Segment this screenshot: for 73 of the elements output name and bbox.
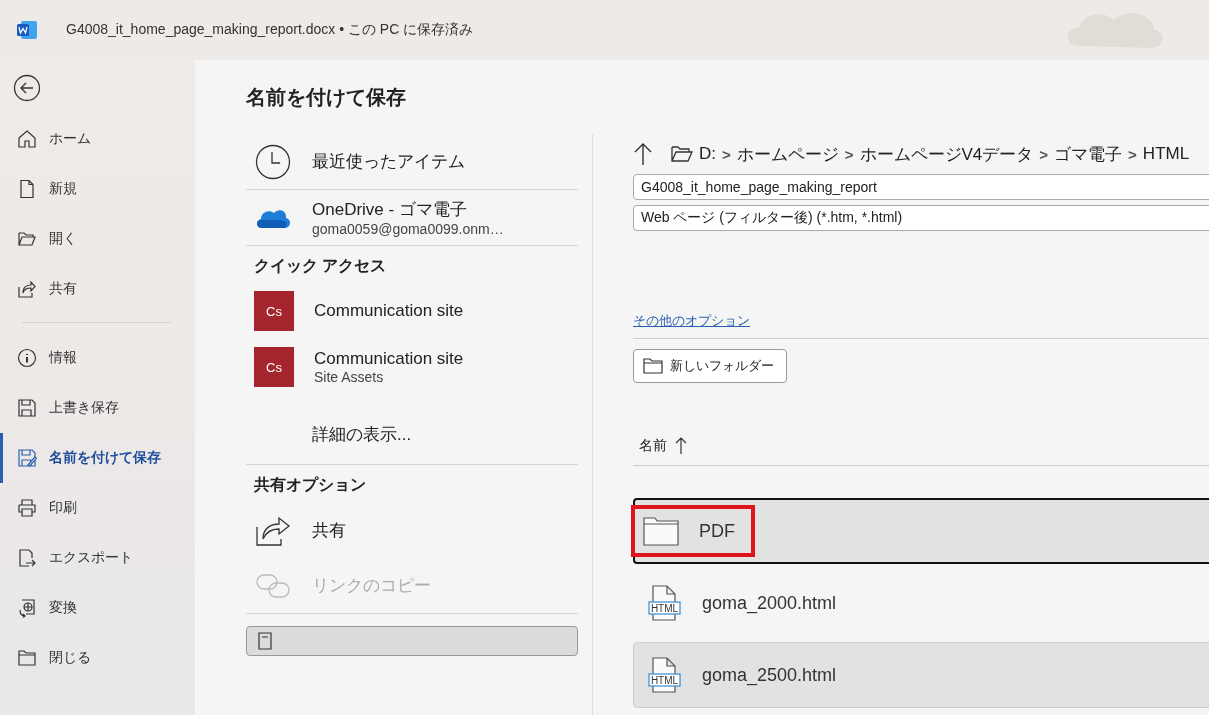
file-row[interactable]: PDF [633, 498, 1209, 564]
window-title: G4008_it_home_page_making_report.docx • この PC に保存済み [66, 21, 474, 39]
file-type-dropdown[interactable]: Web ページ (フィルター後) (*.htm, *.html) [633, 205, 1209, 231]
section-heading: 共有オプション [253, 475, 367, 495]
location-item[interactable]: OneDrive - ゴマ電子 goma0059@goma0099.onm… [246, 190, 578, 246]
breadcrumb-separator: > [844, 145, 854, 163]
location-name: 共有 [312, 519, 346, 542]
location-name: OneDrive - ゴマ電子 [312, 199, 468, 221]
home-icon [17, 129, 37, 149]
sidebar-item[interactable]: 名前を付けて保存 [0, 433, 195, 483]
folder-icon [643, 358, 663, 374]
back-button[interactable] [13, 74, 41, 102]
breadcrumb-separator: > [722, 145, 731, 163]
breadcrumb-separator: > [1128, 145, 1137, 163]
site-badge: Cs [254, 347, 294, 387]
globe-document-icon [17, 598, 37, 618]
column-header[interactable]: 名前 [639, 437, 667, 455]
export-icon [17, 548, 37, 568]
folder-icon [17, 229, 37, 249]
breadcrumb-item[interactable]: ホームページV4データ [859, 142, 1034, 166]
info-icon [17, 348, 37, 368]
folder-icon [671, 145, 693, 163]
word-app-icon [16, 20, 38, 40]
up-arrow-icon[interactable] [633, 142, 653, 166]
sidebar-item[interactable]: 変換 [0, 583, 195, 633]
save-pencil-icon [17, 448, 37, 468]
sidebar-item[interactable]: 共有 [0, 264, 195, 314]
share-icon [17, 279, 37, 299]
file-name: goma_2000.html [702, 592, 837, 614]
breadcrumb-item[interactable]: HTML [1142, 144, 1190, 164]
location-item[interactable]: Cs Communication site [246, 283, 578, 339]
sidebar-item[interactable]: 閉じる [0, 633, 195, 683]
sidebar-item[interactable]: ホーム [0, 114, 195, 164]
location-detail: goma0059@goma0099.onm… [312, 221, 504, 237]
printer-icon [17, 498, 37, 518]
location-item[interactable]: 詳細の表示... [246, 405, 578, 465]
clock-icon [254, 143, 292, 180]
site-badge: Cs [254, 291, 294, 331]
folder-icon [17, 648, 37, 668]
file-name-field[interactable]: G4008_it_home_page_making_report [633, 174, 1209, 200]
sidebar-item[interactable]: 開く [0, 214, 195, 264]
sidebar-item[interactable]: 上書き保存 [0, 383, 195, 433]
sort-arrow-icon [675, 437, 687, 455]
breadcrumb-separator: > [1039, 145, 1049, 163]
document-icon [257, 632, 273, 650]
document-icon [17, 179, 37, 199]
breadcrumb-item[interactable]: D: [699, 144, 716, 164]
location-detail: Site Assets [314, 369, 385, 385]
breadcrumb-item[interactable]: ホームページ [736, 142, 839, 166]
folder-icon [643, 516, 679, 546]
file-row[interactable]: HTML goma_2000.html [633, 570, 1209, 636]
location-name: 最近使ったアイテム [312, 151, 465, 173]
new-folder-button[interactable]: 新しいフォルダー [633, 349, 787, 383]
save-icon [17, 398, 37, 418]
link-icon [254, 571, 292, 600]
section-heading: クイック アクセス [253, 256, 388, 276]
more-options-link[interactable]: その他のオプション [633, 312, 750, 330]
location-item[interactable]: 最近使ったアイテム [246, 134, 578, 190]
breadcrumb-item[interactable]: ゴマ電子 [1054, 142, 1123, 166]
file-row[interactable]: HTML goma_2500.html [633, 642, 1209, 708]
location-name: リンクのコピー [312, 575, 431, 597]
location-item[interactable]: 共有 [246, 502, 578, 558]
location-name: 詳細の表示... [312, 424, 412, 446]
page-title: 名前を付けて保存 [246, 85, 407, 110]
sidebar-item[interactable]: エクスポート [0, 533, 195, 583]
location-item[interactable]: Cs Communication site Site Assets [246, 339, 578, 395]
file-name: goma_2500.html [702, 664, 837, 686]
file-name: PDF [699, 520, 735, 542]
sidebar-item[interactable]: 新規 [0, 164, 195, 214]
location-name: Communication site [314, 301, 464, 321]
sidebar-item[interactable]: 印刷 [0, 483, 195, 533]
sidebar-item[interactable]: 情報 [0, 333, 195, 383]
location-name: Communication site [314, 349, 464, 369]
